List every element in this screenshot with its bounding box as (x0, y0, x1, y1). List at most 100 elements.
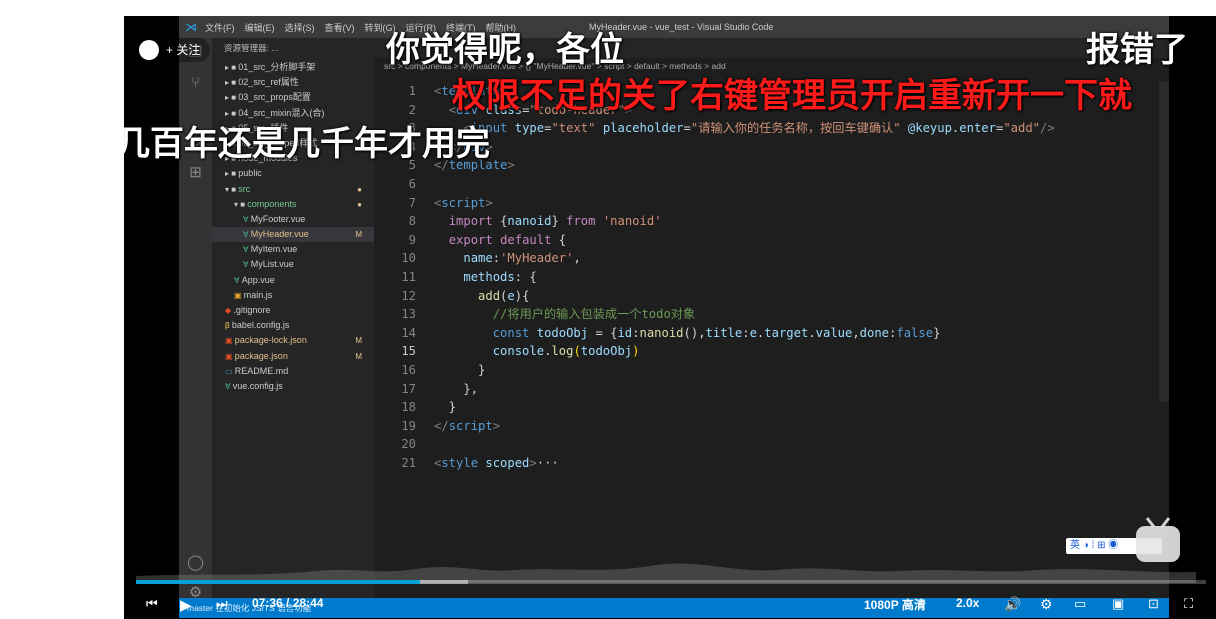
code-line[interactable]: 3 <input type="text" placeholder="请输入你的任… (374, 119, 1154, 138)
play-icon[interactable]: ▶ (180, 596, 192, 614)
explorer-item[interactable]: ▣ main.js (212, 288, 374, 303)
code-line[interactable]: 13 //将用户的输入包装成一个todo对象 (374, 305, 1154, 324)
bilibili-tv-icon[interactable] (1132, 516, 1184, 566)
menu-item[interactable]: 编辑(E) (245, 23, 275, 33)
time-total: 28:44 (292, 596, 324, 610)
code-line[interactable]: 5 </template> (374, 156, 1154, 175)
video-player[interactable]: ⋊ 文件(F) 编辑(E) 选择(S) 查看(V) 转到(G) 运行(R) 终端(T) 帮助(… (124, 16, 1216, 619)
folder-icon: ▸ ■ (225, 169, 239, 179)
danmaku-left: 几百年还是几千年才用完 (124, 125, 490, 163)
explorer-item[interactable]: β babel.config.js (212, 318, 374, 333)
explorer-item[interactable]: ▾ ■ components ● (212, 197, 374, 212)
code-text: const todoObj = {id:nanoid(),title:e.tar… (492, 325, 941, 340)
code-text: //将用户的输入包装成一个todo对象 (492, 307, 696, 322)
follow-button[interactable]: + 关注 (136, 38, 211, 62)
vscode-titlebar: ⋊ 文件(F) 编辑(E) 选择(S) 查看(V) 转到(G) 运行(R) 终端(T) 帮助(… (179, 16, 1169, 38)
next-icon[interactable]: ⏭ (216, 596, 228, 612)
code-line[interactable]: 10 name:'MyHeader', (374, 249, 1154, 268)
code-line[interactable]: 8 import {nanoid} from 'nanoid' (374, 212, 1154, 231)
code-line[interactable]: 12 add(e){ (374, 287, 1154, 306)
code-text: } (478, 362, 486, 377)
code-line[interactable]: 19 </script> (374, 417, 1154, 436)
vscode-logo-icon: ⋊ (185, 20, 197, 34)
prev-icon[interactable]: ⏮ (146, 596, 158, 612)
line-number: 8 (408, 214, 416, 229)
follow-label: 关注 (176, 43, 201, 57)
code-line[interactable]: 16 } (374, 361, 1154, 380)
explorer-item-label: MyHeader.vue (250, 229, 309, 240)
danmaku-top-right: 报错了 (1086, 31, 1188, 69)
source-control-icon[interactable]: ⑂ (179, 68, 212, 98)
code-line[interactable]: 17 }, (374, 380, 1154, 399)
code-line[interactable]: 6 (374, 175, 1154, 194)
vue-icon: ∀ (243, 214, 251, 224)
code-line[interactable]: 21 <style scoped>··· (374, 454, 1154, 473)
danmaku-top: 你觉得呢，各位 (386, 31, 624, 69)
explorer-item[interactable]: ▾ ■ src ● (212, 182, 374, 197)
explorer-item-label: components (247, 198, 297, 209)
explorer-item-label: MyFooter.vue (250, 213, 306, 224)
git-status-badge: ● (357, 199, 362, 209)
explorer-item[interactable]: ▣ package.json M (212, 349, 374, 364)
explorer-item[interactable]: ▸ ■ 01_src_分析脚手架 (212, 60, 374, 75)
progress-bar[interactable] (136, 580, 1206, 584)
line-number: 7 (408, 195, 416, 210)
code-line[interactable]: 9 export default { (374, 231, 1154, 250)
explorer-item[interactable]: ▸ ■ 02_src_ref属性 (212, 75, 374, 90)
code-text: <style scoped>··· (434, 455, 559, 470)
explorer-item[interactable]: ▸ ■ public (212, 166, 374, 181)
volume-icon[interactable]: 🔊 (1004, 596, 1021, 613)
explorer-item[interactable]: ▸ ■ 03_src_props配置 (212, 90, 374, 105)
speed-button[interactable]: 2.0x (956, 596, 979, 610)
code-line[interactable]: 7 <script> (374, 194, 1154, 213)
code-area[interactable]: 1 <template> 2 <div class="todo-header"> 3 … (374, 82, 1154, 472)
line-number: 11 (401, 269, 416, 284)
fullscreen-icon[interactable]: ⛶ (1184, 596, 1193, 612)
explorer-item-label: package-lock.json (234, 335, 307, 346)
quality-button[interactable]: 1080P 高清 (864, 596, 926, 613)
pip-icon[interactable]: ▭ (1074, 596, 1086, 612)
explorer-item[interactable]: ∀ App.vue (212, 273, 374, 288)
webfullscreen-icon[interactable]: ⊡ (1148, 596, 1159, 612)
explorer-item[interactable]: ◆ .gitignore (212, 303, 374, 318)
folder-icon: ▸ ■ (225, 78, 239, 88)
line-number: 9 (408, 232, 416, 247)
line-number: 17 (401, 381, 416, 396)
widescreen-icon[interactable]: ▣ (1112, 596, 1124, 612)
time-separator: / (286, 596, 290, 610)
folder-icon: ▸ ■ (225, 63, 239, 72)
explorer-item[interactable]: ∀ MyHeader.vue M (212, 227, 374, 243)
code-line[interactable]: 14 const todoObj = {id:nanoid(),title:e.… (374, 324, 1154, 343)
code-line[interactable]: 15 console.log(todoObj) (374, 342, 1154, 361)
time-current: 07:36 (252, 596, 283, 610)
explorer-item[interactable]: ∀ MyItem.vue (212, 242, 374, 257)
settings-icon[interactable]: ⚙ (1040, 596, 1053, 613)
menu-item[interactable]: 选择(S) (285, 23, 315, 33)
editor-pane[interactable]: src > components > MyHeader.vue > {} "My… (374, 38, 1169, 598)
code-line[interactable]: 18 } (374, 398, 1154, 417)
explorer-item[interactable]: ∀ vue.config.js (212, 379, 374, 394)
line-number: 14 (401, 325, 416, 340)
json-icon: ▣ (225, 336, 235, 346)
menu-item[interactable]: 文件(F) (205, 23, 235, 33)
explorer-title: 资源管理器: ... (224, 43, 279, 53)
code-text: <input type="text" placeholder="请输入你的任务名… (463, 121, 1055, 136)
menu-item[interactable]: 查看(V) (325, 23, 355, 33)
explorer-item[interactable]: ∀ MyList.vue (212, 257, 374, 272)
line-number: 6 (408, 176, 416, 191)
explorer-item[interactable]: ▣ package-lock.json M (212, 333, 374, 348)
babel-icon: β (225, 321, 232, 331)
explorer-item[interactable]: ▭ README.md (212, 364, 374, 379)
code-line[interactable]: 4 </div> (374, 138, 1154, 157)
explorer-item-label: 03_src_props配置 (238, 92, 311, 103)
code-text: <script> (434, 195, 493, 210)
explorer-item-label: MyItem.vue (250, 244, 298, 255)
explorer-item-label: App.vue (241, 274, 275, 285)
line-number: 16 (401, 362, 416, 377)
code-text: </script> (434, 418, 501, 433)
code-line[interactable]: 11 methods: { (374, 268, 1154, 287)
explorer-item[interactable]: ∀ MyFooter.vue (212, 212, 374, 227)
minimap (1159, 82, 1169, 402)
code-text: import {nanoid} from 'nanoid' (448, 214, 662, 229)
code-line[interactable]: 20 (374, 435, 1154, 454)
